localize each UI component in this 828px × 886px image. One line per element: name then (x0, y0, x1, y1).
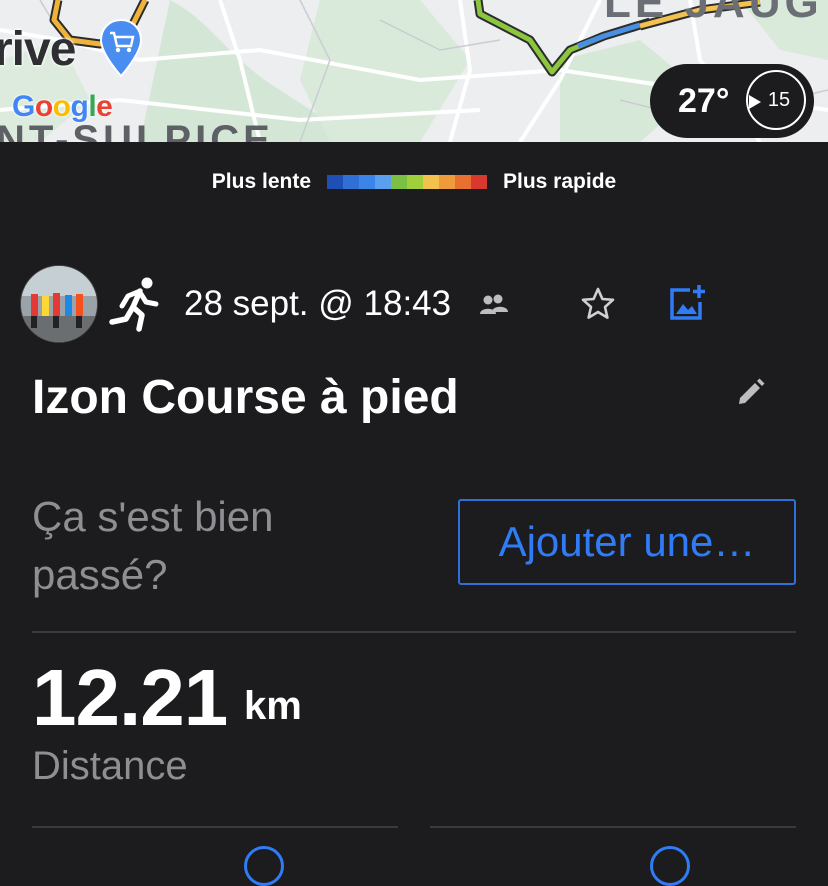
google-logo-letter: e (96, 90, 113, 123)
google-logo: Google (12, 90, 113, 124)
divider (32, 826, 398, 828)
temperature-value: 27° (678, 81, 730, 120)
legend-swatch (407, 175, 423, 189)
divider (32, 631, 796, 633)
legend-slow-label: Plus lente (211, 170, 311, 193)
route-map[interactable]: LE JAUG rive NT-SULPICE Google 27° 15 (0, 0, 828, 142)
shopping-cart-icon (99, 18, 143, 83)
pace-legend: Plus lente Plus rapide (0, 142, 828, 222)
avatar[interactable] (20, 265, 98, 343)
info-icon[interactable] (244, 846, 284, 886)
edit-icon[interactable] (736, 377, 766, 407)
legend-swatch (455, 175, 471, 189)
legend-swatch (471, 175, 487, 189)
weather-badge[interactable]: 27° 15 (650, 64, 814, 138)
google-logo-letter: G (12, 90, 35, 123)
info-icon[interactable] (650, 846, 690, 886)
add-feedback-button[interactable]: Ajouter une… (458, 499, 796, 585)
google-logo-letter: g (70, 90, 89, 123)
wind-speed-value: 15 (767, 88, 791, 111)
star-icon[interactable] (580, 286, 616, 322)
legend-swatch (391, 175, 407, 189)
add-photo-icon[interactable] (668, 284, 708, 322)
activity-header: 28 sept. @ 18:43 (20, 264, 820, 344)
distance-unit: km (244, 684, 302, 728)
wind-arrow-icon (749, 95, 761, 109)
running-icon (109, 277, 159, 332)
google-logo-letter: o (52, 90, 71, 123)
group-icon[interactable] (479, 293, 509, 315)
map-place-label: rive (0, 23, 76, 76)
google-logo-letter: o (34, 90, 53, 123)
legend-swatch (359, 175, 375, 189)
wind-direction-icon: 15 (746, 70, 806, 130)
legend-fast-label: Plus rapide (503, 170, 617, 193)
legend-swatch (375, 175, 391, 189)
google-logo-letter: l (88, 90, 97, 123)
divider (430, 826, 796, 828)
legend-swatch (343, 175, 359, 189)
map-place-label: LE JAUG (604, 0, 823, 27)
activity-date: 28 sept. @ 18:43 (184, 284, 452, 323)
activity-title: Izon Course à pied (32, 371, 459, 424)
legend-swatch (423, 175, 439, 189)
distance-value: 12.21 (32, 653, 228, 742)
feedback-prompt: Ça s'est bien passé? (32, 493, 274, 598)
distance-label: Distance (32, 744, 188, 788)
legend-color-scale (327, 175, 487, 189)
legend-swatch (327, 175, 343, 189)
legend-swatch (439, 175, 455, 189)
